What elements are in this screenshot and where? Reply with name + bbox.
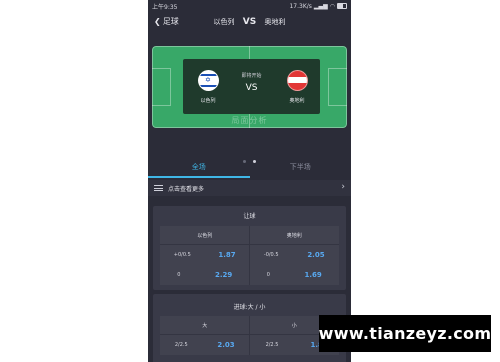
totals-title: 进球:大 / 小 [233, 304, 266, 311]
odds-cell[interactable]: 0 2.29 [160, 271, 250, 279]
handicap-line: 0 [177, 272, 181, 278]
battery-icon [337, 3, 347, 9]
totals-line: 2/2.5 [174, 342, 188, 348]
watermark-banner: www.tianzeyz.com [319, 315, 491, 352]
odds-value: 2.05 [307, 251, 325, 259]
odds-cell[interactable]: 0 1.69 [250, 271, 340, 279]
tab-second-half[interactable]: 下半场 [250, 158, 352, 178]
odds-cell[interactable]: -0/0.5 2.05 [250, 251, 340, 259]
pitch-watermark: 局面分析 [231, 116, 268, 125]
nav-vs: VS [242, 17, 257, 27]
status-right: 17.3K/s ▂▄▆ ◠ [289, 3, 347, 10]
table-divider [249, 226, 250, 285]
chevron-right-icon: › [341, 182, 345, 192]
network-speed: 17.3K/s [289, 2, 312, 10]
totals-line: 2/2.5 [265, 342, 279, 348]
match-vs: VS [245, 83, 258, 93]
odds-value: 2.03 [217, 341, 235, 349]
handicap-line: +0/0.5 [173, 252, 191, 258]
table-divider [249, 316, 250, 355]
signal-icon: ▂▄▆ [313, 2, 328, 10]
nav-title: 以色列 VS 奥地利 [148, 17, 351, 27]
odds-value: 1.69 [304, 271, 322, 279]
handicap-header-home: 以色列 [197, 232, 213, 239]
wifi-icon: ◠ [329, 2, 335, 10]
nav-bar: ❮ 足球 以色列 VS 奥地利 [148, 14, 351, 32]
pitch-panel[interactable]: ✡ 以色列 奥地利 即将开始 VS 局面分析 [152, 46, 347, 128]
view-more-bar[interactable]: 点击查看更多 › [148, 180, 351, 196]
odds-value: 2.29 [214, 271, 233, 279]
menu-icon [154, 184, 163, 193]
handicap-card: 让球 以色列 奥地利 +0/0.5 1.87 -0/0.5 2.05 0 2.2… [153, 206, 346, 290]
tab-full-match[interactable]: 全场 [148, 158, 250, 178]
handicap-title: 让球 [243, 213, 256, 220]
odds-cell[interactable]: 2/2.5 2.03 [160, 341, 250, 349]
status-bar: 上午9:35 17.3K/s ▂▄▆ ◠ [148, 0, 351, 12]
totals-header-over: 大 [202, 322, 208, 329]
totals-card: 进球:大 / 小 大 小 2/2.5 2.03 2/2.5 1.8 [153, 294, 346, 362]
handicap-header-away: 奥地利 [286, 232, 302, 239]
totals-table: 大 小 2/2.5 2.03 2/2.5 1.8 [160, 316, 339, 355]
match-status: 即将开始 [241, 73, 262, 79]
period-tabs: 全场 下半场 [148, 158, 351, 178]
handicap-line: -0/0.5 [263, 252, 279, 258]
nav-away-team: 奥地利 [264, 18, 286, 26]
status-time: 上午9:35 [152, 3, 178, 11]
odds-value: 1.87 [218, 251, 236, 259]
handicap-line: 0 [266, 272, 270, 278]
handicap-table: 以色列 奥地利 +0/0.5 1.87 -0/0.5 2.05 0 2.29 0… [160, 226, 339, 285]
odds-cell[interactable]: +0/0.5 1.87 [160, 251, 250, 259]
view-more-label: 点击查看更多 [168, 185, 205, 193]
nav-home-team: 以色列 [213, 18, 235, 26]
scoreboard: ✡ 以色列 奥地利 即将开始 VS [183, 59, 320, 114]
phone-screen: 上午9:35 17.3K/s ▂▄▆ ◠ ❮ 足球 以色列 VS 奥地利 ✡ 以… [148, 0, 351, 362]
away-team-name: 奥地利 [289, 98, 305, 104]
home-team-name: 以色列 [200, 98, 216, 104]
